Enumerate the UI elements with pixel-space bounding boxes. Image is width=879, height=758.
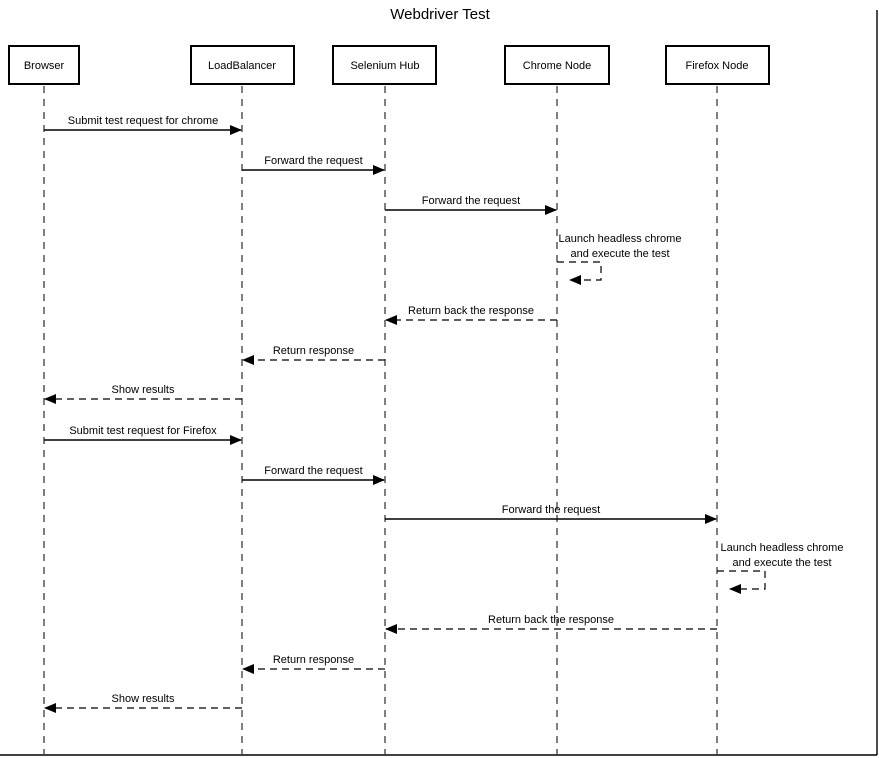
message-5-return[interactable]: Return response: [242, 345, 385, 365]
message-label-6: Show results: [112, 384, 175, 396]
messages-group: Submit test request for chrome Forward th…: [44, 115, 844, 713]
message-label-5: Return response: [273, 345, 354, 357]
participant-browser[interactable]: Browser: [8, 45, 80, 85]
message-path-self-10: [717, 570, 766, 594]
message-label-12: Return response: [273, 654, 354, 666]
message-label-3-line1: Launch headless chrome: [559, 233, 682, 245]
message-label-7: Submit test request for Firefox: [69, 425, 217, 437]
message-6-return[interactable]: Show results: [44, 384, 242, 404]
message-label-2: Forward the request: [422, 195, 520, 207]
page-title: Webdriver Test: [390, 6, 490, 23]
message-7-call[interactable]: Submit test request for Firefox: [44, 425, 242, 445]
message-1-call[interactable]: Forward the request: [242, 155, 385, 175]
message-12-return[interactable]: Return response: [242, 654, 385, 674]
message-3-self[interactable]: Launch headless chrome and execute the te…: [557, 233, 682, 285]
message-10-self[interactable]: Launch headless chrome and execute the te…: [717, 542, 844, 594]
message-13-return[interactable]: Show results: [44, 693, 242, 713]
message-label-3-line2: and execute the test: [570, 248, 669, 260]
participant-label-seleniumhub: Selenium Hub: [350, 60, 419, 72]
sequence-diagram-canvas: Webdriver Test Browser LoadBalancer Seleni…: [0, 0, 879, 758]
message-label-13: Show results: [112, 693, 175, 705]
participant-label-chromenode: Chrome Node: [523, 60, 591, 72]
message-label-11: Return back the response: [488, 614, 614, 626]
sequence-diagram-svg: Webdriver Test Browser LoadBalancer Seleni…: [0, 6, 878, 756]
lifelines-group: [43, 86, 718, 754]
participant-seleniumhub[interactable]: Selenium Hub: [332, 45, 437, 85]
message-11-return[interactable]: Return back the response: [385, 614, 717, 634]
message-label-1: Forward the request: [264, 155, 362, 167]
message-path-self-3: [557, 261, 602, 285]
message-9-call[interactable]: Forward the request: [385, 504, 717, 524]
message-label-9: Forward the request: [502, 504, 600, 516]
participant-label-loadbalancer: LoadBalancer: [208, 60, 276, 72]
participant-label-browser: Browser: [24, 60, 65, 72]
participants-group: Browser LoadBalancer Selenium Hub Chrome No…: [8, 45, 770, 85]
message-2-call[interactable]: Forward the request: [385, 195, 557, 215]
message-4-return[interactable]: Return back the response: [385, 305, 557, 325]
message-0-call[interactable]: Submit test request for chrome: [44, 115, 242, 135]
message-label-0: Submit test request for chrome: [68, 115, 218, 127]
message-8-call[interactable]: Forward the request: [242, 465, 385, 485]
participant-chromenode[interactable]: Chrome Node: [504, 45, 610, 85]
message-label-8: Forward the request: [264, 465, 362, 477]
participant-firefoxnode[interactable]: Firefox Node: [665, 45, 770, 85]
message-label-10-line2: and execute the test: [732, 557, 831, 569]
message-label-10-line1: Launch headless chrome: [721, 542, 844, 554]
participant-label-firefoxnode: Firefox Node: [686, 60, 749, 72]
message-label-4: Return back the response: [408, 305, 534, 317]
participant-loadbalancer[interactable]: LoadBalancer: [190, 45, 295, 85]
